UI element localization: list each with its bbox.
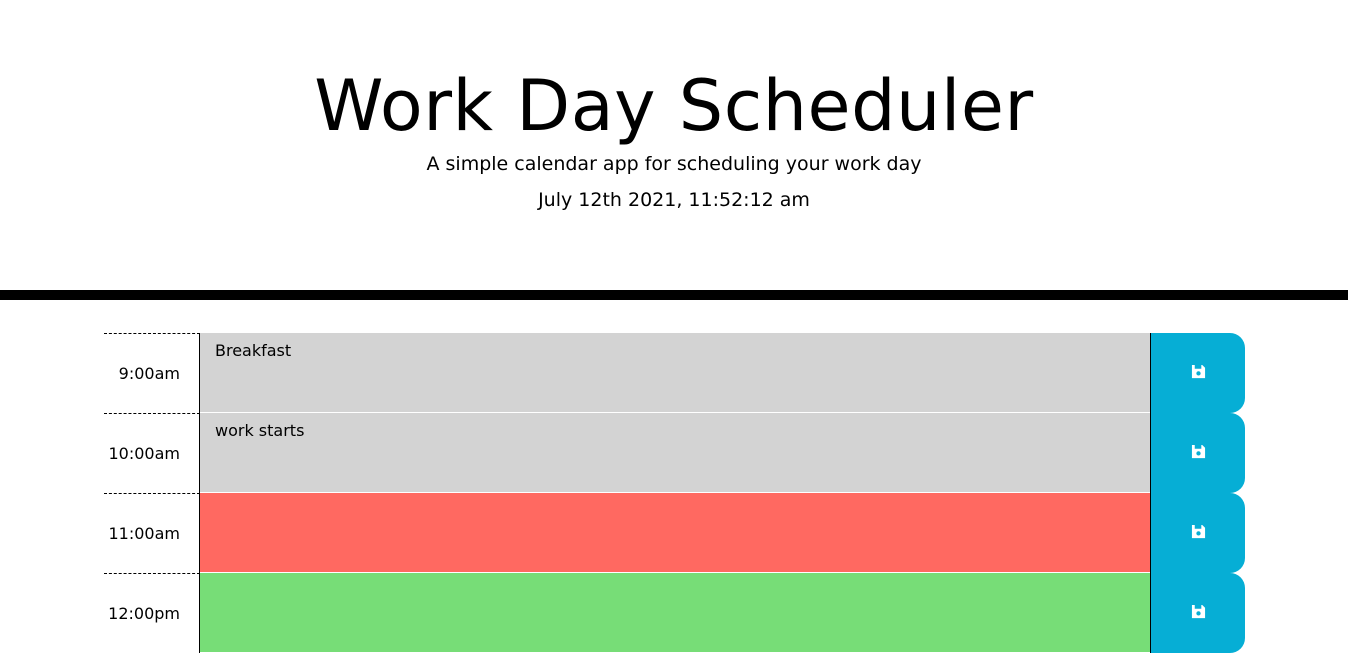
save-button[interactable] [1150,413,1245,493]
timeblock-row: 12:00pm [104,573,1245,653]
save-button[interactable] [1150,333,1245,413]
event-description[interactable]: Breakfast [200,333,1150,413]
timeblocks-container: 9:00am Breakfast 10:00am work starts 11:… [104,333,1245,653]
hour-label: 10:00am [104,413,200,493]
timeblock-row: 10:00am work starts [104,413,1245,493]
save-button[interactable] [1150,493,1245,573]
save-icon [1191,604,1206,623]
page-title: Work Day Scheduler [314,65,1034,147]
hour-label: 11:00am [104,493,200,573]
save-icon [1191,524,1206,543]
event-description[interactable]: work starts [200,413,1150,493]
event-description[interactable] [200,573,1150,653]
timeblock-row: 11:00am [104,493,1245,573]
hour-label: 12:00pm [104,573,200,653]
save-icon [1191,444,1206,463]
header: Work Day Scheduler A simple calendar app… [0,0,1348,300]
page-subtitle: A simple calendar app for scheduling you… [426,153,922,175]
current-day: July 12th 2021, 11:52:12 am [538,189,810,211]
hour-label: 9:00am [104,333,200,413]
timeblock-row: 9:00am Breakfast [104,333,1245,413]
save-icon [1191,364,1206,383]
event-description[interactable] [200,493,1150,573]
save-button[interactable] [1150,573,1245,653]
